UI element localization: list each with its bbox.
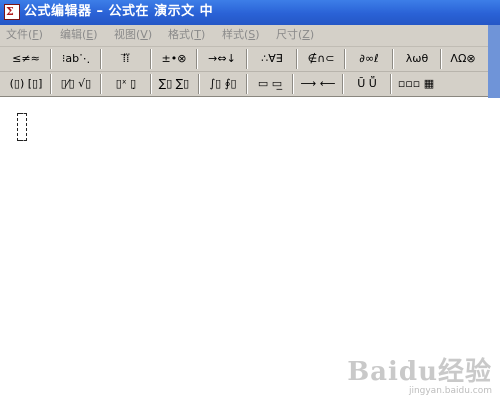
matrix-templates-icon[interactable]: ▫▫▫ ▦ [394, 74, 438, 94]
logical-symbols-icon[interactable]: ∴∀∃ [250, 49, 294, 69]
menu-style[interactable]: 样式(S) [222, 28, 260, 42]
toolbar-separator [246, 49, 248, 69]
embellishments-icon[interactable]: ⁞⃗⁞⃛ [104, 49, 148, 69]
toolbar-separator [100, 74, 102, 94]
toolbar-separator [100, 49, 102, 69]
summation-templates-icon[interactable]: ∑▯ ∑▯ [152, 74, 196, 94]
toolbar-separator [392, 49, 394, 69]
title-bar: Σ 公式编辑器 – 公式在 演示文 中 [0, 0, 500, 25]
toolbar-separator [198, 74, 200, 94]
integral-templates-icon[interactable]: ∫▯ ∮▯ [202, 74, 244, 94]
toolbar-separator [150, 49, 152, 69]
window-title: 公式编辑器 – 公式在 演示文 中 [24, 4, 214, 19]
greek-lowercase-icon[interactable]: λωθ [396, 49, 438, 69]
empty-equation-slot[interactable] [17, 113, 27, 141]
baidu-watermark: Baidu经验 jingyan.baidu.com [347, 358, 492, 397]
misc-symbols-icon[interactable]: ∂∞ℓ [348, 49, 390, 69]
toolbar-separator [50, 74, 52, 94]
arrow-symbols-icon[interactable]: →⇔↓ [200, 49, 244, 69]
toolbar-separator [296, 49, 298, 69]
spaces-ellipses-icon[interactable]: ⁝ab⋱ [54, 49, 98, 69]
equation-editor-icon[interactable]: Σ [4, 4, 20, 20]
watermark-url: jingyan.baidu.com [408, 386, 492, 396]
menu-file[interactable]: 文件(F) [6, 28, 43, 42]
menu-view[interactable]: 视图(V) [114, 28, 152, 42]
underbar-overbar-templates-icon[interactable]: ▭ ▭̲ [250, 74, 290, 94]
menu-bar: 文件(F) 编辑(E) 视图(V) 格式(T) 样式(S) 尺寸(Z) [0, 25, 488, 47]
fence-templates-icon[interactable]: (▯) [▯] [4, 74, 48, 94]
toolbar-separator [292, 74, 294, 94]
window-edge-strip [488, 25, 500, 98]
toolbar-separator [342, 74, 344, 94]
fraction-radical-templates-icon[interactable]: ▯⁄▯ √▯ [54, 74, 98, 94]
template-palette-row: (▯) [▯] ▯⁄▯ √▯ ▯ˣ ▯̣ ∑▯ ∑▯ ∫▯ ∮▯ ▭ ▭̲ ⟶ … [0, 72, 488, 97]
menu-edit[interactable]: 编辑(E) [60, 28, 98, 42]
subscript-superscript-templates-icon[interactable]: ▯ˣ ▯̣ [104, 74, 148, 94]
toolbar-separator [390, 74, 392, 94]
toolbar-separator [196, 49, 198, 69]
set-theory-symbols-icon[interactable]: ∉∩⊂ [300, 49, 342, 69]
symbol-palette-row: ≤≠≈ ⁝ab⋱ ⁞⃗⁞⃛ ±•⊗ →⇔↓ ∴∀∃ ∉∩⊂ ∂∞ℓ λωθ ΛΩ… [0, 47, 488, 72]
relational-symbols-icon[interactable]: ≤≠≈ [4, 49, 48, 69]
toolbar-separator [344, 49, 346, 69]
toolbar-separator [246, 74, 248, 94]
labeled-arrow-templates-icon[interactable]: ⟶ ⟵ [296, 74, 340, 94]
products-set-theory-templates-icon[interactable]: Ū Ṻ [346, 74, 388, 94]
toolbar-separator [50, 49, 52, 69]
operator-symbols-icon[interactable]: ±•⊗ [154, 49, 194, 69]
menu-format[interactable]: 格式(T) [168, 28, 205, 42]
watermark-logo: Baidu经验 [347, 357, 492, 387]
greek-uppercase-icon[interactable]: ΛΩ⊗ [442, 49, 484, 69]
menu-size[interactable]: 尺寸(Z) [276, 28, 314, 42]
